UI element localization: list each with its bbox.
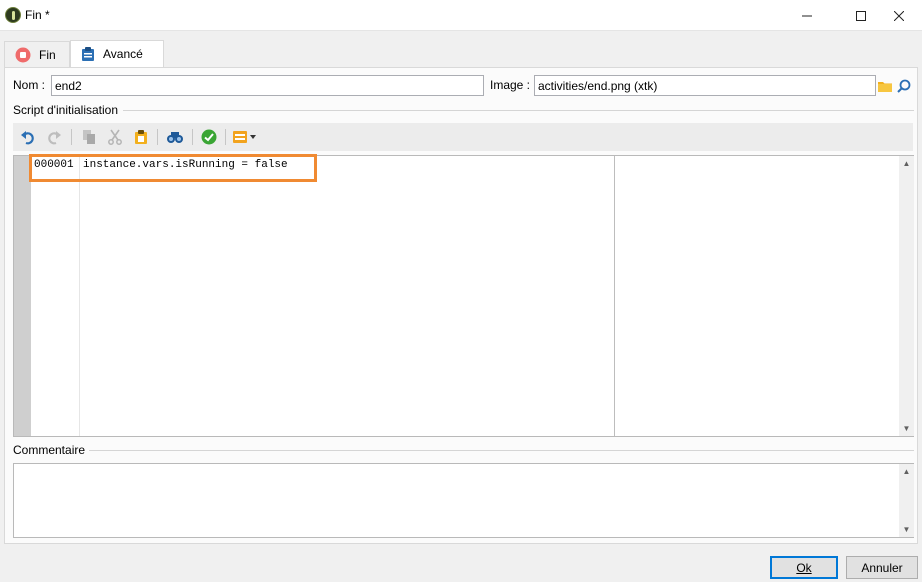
editor-gutter [14, 156, 31, 436]
window-title: Fin * [25, 8, 50, 22]
browse-folder-button[interactable] [876, 75, 894, 96]
paste-button[interactable] [131, 127, 151, 147]
comment-section-divider [89, 450, 914, 451]
redo-button[interactable] [44, 127, 64, 147]
cancel-button[interactable]: Annuler [846, 556, 918, 579]
ok-button[interactable]: Ok [770, 556, 838, 579]
script-section-title: Script d'initialisation [13, 103, 119, 117]
maximize-icon [856, 10, 866, 21]
check-syntax-button[interactable] [199, 127, 219, 147]
insert-field-dropdown[interactable] [231, 127, 259, 147]
tab-fin[interactable]: Fin [4, 41, 70, 67]
line-number-column [31, 156, 80, 436]
find-icon [167, 132, 183, 143]
name-input[interactable]: end2 [51, 75, 484, 96]
image-input[interactable]: activities/end.png (xtk) [534, 75, 876, 96]
editor-scrollbar[interactable]: ▲ ▼ [899, 156, 914, 436]
folder-icon [878, 81, 892, 92]
search-icon [897, 79, 911, 93]
scroll-down-arrow-icon[interactable]: ▼ [899, 522, 914, 537]
search-image-button[interactable] [895, 75, 913, 96]
copy-icon [83, 130, 95, 144]
find-button[interactable] [165, 127, 185, 147]
tab-avance[interactable]: Avancé [70, 40, 164, 67]
cut-button[interactable] [105, 127, 125, 147]
stop-icon [15, 47, 31, 62]
script-editor[interactable]: 000001 instance.vars.isRunning = false ▲… [13, 154, 914, 437]
insert-field-icon [233, 131, 256, 143]
paste-icon [135, 130, 147, 144]
redo-icon [48, 131, 61, 145]
editor-pane-divider [614, 156, 615, 436]
undo-button[interactable] [18, 127, 38, 147]
highlight-annotation [29, 154, 317, 182]
toolbar-separator [157, 129, 158, 145]
clipboard-icon [82, 47, 94, 61]
title-bar: Fin * [0, 0, 922, 31]
comment-scrollbar[interactable]: ▲ ▼ [899, 464, 914, 537]
toolbar-separator [225, 129, 226, 145]
scroll-down-arrow-icon[interactable]: ▼ [899, 421, 914, 436]
minimize-icon [802, 15, 812, 16]
name-label: Nom : [13, 78, 46, 92]
close-icon [894, 10, 904, 21]
close-button[interactable] [876, 0, 922, 31]
toolbar-separator [192, 129, 193, 145]
scroll-up-arrow-icon[interactable]: ▲ [899, 156, 914, 171]
tab-fin-label: Fin [39, 47, 56, 62]
check-icon [201, 129, 217, 145]
cancel-button-label: Annuler [861, 560, 903, 575]
comment-section-title: Commentaire [13, 443, 86, 457]
cut-icon [108, 129, 122, 145]
script-section-divider [123, 110, 914, 111]
ok-button-label: Ok [796, 560, 812, 575]
app-icon [5, 7, 21, 23]
scroll-up-arrow-icon[interactable]: ▲ [899, 464, 914, 479]
tab-avance-label: Avancé [103, 47, 143, 61]
minimize-button[interactable] [784, 0, 830, 31]
toolbar-separator [71, 129, 72, 145]
comment-textarea[interactable]: ▲ ▼ [13, 463, 914, 538]
copy-button[interactable] [79, 127, 99, 147]
image-label: Image : [490, 78, 531, 92]
script-toolbar [13, 123, 913, 151]
undo-icon [21, 131, 34, 145]
